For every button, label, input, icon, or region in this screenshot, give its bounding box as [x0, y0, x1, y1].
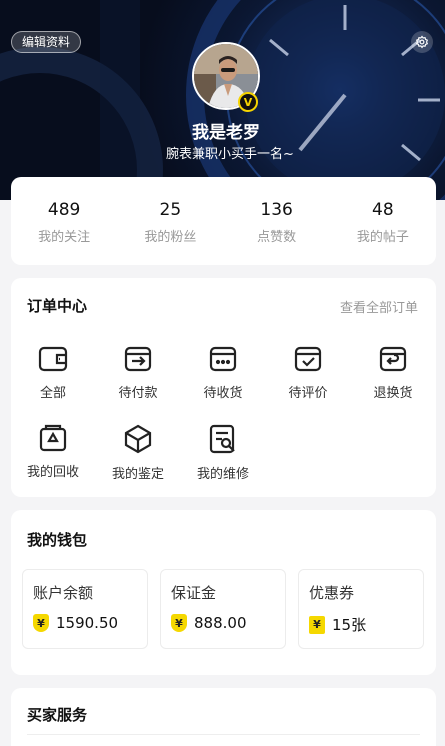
wallet-item-title: 优惠券	[309, 584, 355, 602]
verified-badge: V	[238, 92, 258, 112]
stat-followers[interactable]: 25 我的粉丝	[117, 177, 223, 265]
wallet-title: 我的钱包	[27, 531, 88, 549]
wallet-item-value: 15张	[332, 616, 367, 634]
order-item-label: 我的回收	[26, 465, 79, 480]
stat-likes[interactable]: 136 点赞数	[224, 177, 330, 265]
order-appraisal[interactable]: 我的鉴定	[96, 424, 180, 482]
recycle-icon	[39, 424, 67, 452]
order-center-card: 订单中心 查看全部订单 全部 待付款 待收货 待评价 退换货 我的回收 我的鉴定…	[11, 278, 436, 497]
stat-posts[interactable]: 48 我的帖子	[330, 177, 436, 265]
return-icon	[379, 346, 407, 372]
wallet-deposit[interactable]: 保证金 ¥ 888.00	[160, 569, 286, 649]
wallet-item-title: 账户余额	[33, 584, 94, 602]
stats-card: 489 我的关注 25 我的粉丝 136 点赞数 48 我的帖子	[11, 177, 436, 265]
order-item-label: 我的鉴定	[111, 467, 164, 482]
order-pending-review[interactable]: 待评价	[266, 345, 350, 401]
order-returns[interactable]: 退换货	[351, 345, 435, 401]
stat-following[interactable]: 489 我的关注	[11, 177, 117, 265]
stat-label: 我的帖子	[356, 230, 409, 245]
order-center-title: 订单中心	[27, 297, 88, 315]
order-item-label: 待收货	[203, 386, 243, 401]
order-repair[interactable]: 我的维修	[181, 424, 265, 482]
wallet-item-value: 888.00	[194, 614, 247, 632]
order-item-label: 全部	[39, 386, 66, 401]
user-bio: 腕表兼职小买手一名~	[166, 147, 294, 162]
yen-icon: ¥	[33, 614, 49, 632]
stat-label: 我的关注	[38, 230, 91, 245]
gear-icon	[415, 35, 429, 49]
repair-icon	[209, 424, 235, 454]
wallet-coupons[interactable]: 优惠券 ¥ 15张	[298, 569, 424, 649]
stat-value: 48	[372, 200, 394, 220]
wallet-balance[interactable]: 账户余额 ¥ 1590.50	[22, 569, 148, 649]
coupon-icon: ¥	[309, 615, 325, 634]
review-icon	[294, 346, 322, 372]
wallet-icon	[38, 346, 68, 372]
order-recycle[interactable]: 我的回收	[11, 424, 95, 480]
divider	[27, 734, 420, 735]
view-all-orders-link[interactable]: 查看全部订单	[340, 297, 418, 316]
receive-icon	[209, 346, 237, 372]
stat-value: 489	[47, 200, 81, 220]
stat-label: 我的粉丝	[144, 230, 197, 245]
order-pending-payment[interactable]: 待付款	[96, 345, 180, 401]
stat-value: 136	[260, 200, 293, 220]
buyer-services-title: 买家服务	[27, 706, 88, 724]
order-pending-receipt[interactable]: 待收货	[181, 345, 265, 401]
order-item-label: 待付款	[118, 386, 158, 401]
order-item-label: 我的维修	[196, 467, 249, 482]
wallet-item-value: 1590.50	[56, 614, 119, 632]
edit-profile-button[interactable]: 编辑资料	[11, 31, 82, 53]
order-item-label: 待评价	[288, 386, 328, 401]
profile-header: 编辑资料 V 我是老罗 腕表兼职小买手一名~	[0, 0, 445, 200]
avatar[interactable]: V	[192, 42, 260, 112]
order-all[interactable]: 全部	[11, 345, 95, 401]
shield-yen-icon: ¥	[171, 614, 187, 632]
settings-button[interactable]	[411, 31, 433, 53]
buyer-services-card: 买家服务	[11, 688, 436, 746]
pay-icon	[124, 346, 152, 372]
user-nickname: 我是老罗	[192, 123, 260, 143]
wallet-item-title: 保证金	[171, 584, 217, 602]
appraise-icon	[124, 424, 152, 454]
order-item-label: 退换货	[373, 386, 413, 401]
wallet-card: 我的钱包 账户余额 ¥ 1590.50 保证金 ¥ 888.00 优惠券 ¥ 1…	[11, 510, 436, 675]
verified-v-icon: V	[243, 95, 253, 109]
stat-label: 点赞数	[257, 230, 297, 245]
stat-value: 25	[159, 200, 182, 220]
